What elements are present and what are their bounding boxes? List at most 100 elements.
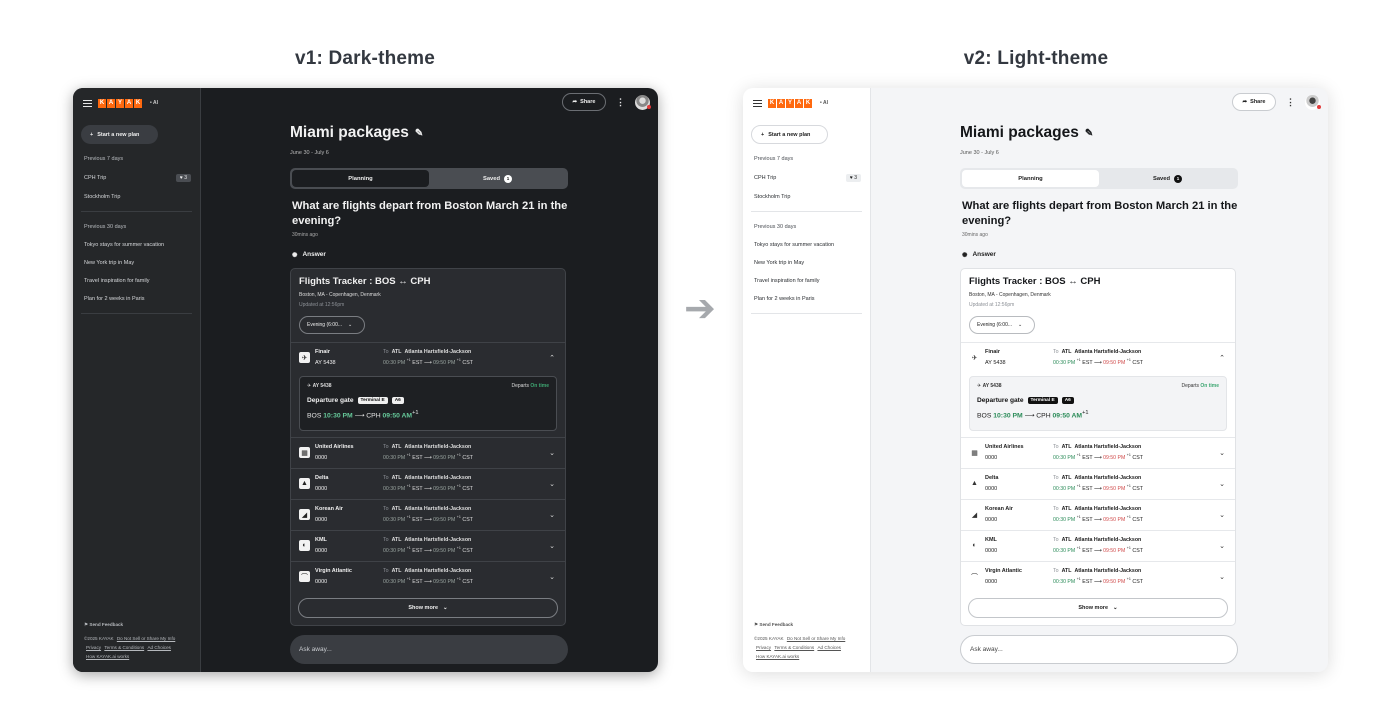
arrive-time: 09:50 PM [433, 516, 456, 523]
tab-saved[interactable]: Saved 1 [1099, 170, 1236, 187]
depart-tz: EST [412, 547, 423, 554]
sidebar-item-stockholm-trip[interactable]: Stockholm Trip [754, 194, 862, 200]
expand-chevron-icon[interactable]: ⌄ [1217, 449, 1227, 457]
depart-tz: EST [412, 485, 423, 492]
sidebar-item-tokyo[interactable]: Tokyo stays for summer vacation [754, 242, 862, 248]
new-plan-button[interactable]: + Start a new plan [751, 125, 828, 144]
section-previous-7-days: Previous 7 days [754, 156, 794, 162]
tab-saved[interactable]: Saved 1 [429, 170, 566, 187]
how-it-works-link[interactable]: How KAYAK.ai works [86, 654, 129, 659]
kayak-logo[interactable]: KAYAK [768, 98, 812, 108]
ask-placeholder: Ask away... [299, 646, 332, 653]
arrow-right-icon: ⟶ [424, 359, 432, 366]
avatar[interactable] [635, 94, 651, 110]
flight-row[interactable]: ▲ Delta 0000 To ATL Atlanta Hartsfield-Jacks… [291, 467, 565, 499]
ask-input[interactable]: Ask away... [960, 635, 1238, 664]
new-plan-button[interactable]: + Start a new plan [81, 125, 158, 144]
user-question: What are flights depart from Boston Marc… [962, 200, 1238, 227]
expand-chevron-icon[interactable]: ⌄ [1217, 480, 1227, 488]
sidebar-item-family[interactable]: Travel inspiration for family [84, 278, 192, 284]
to-label: To [383, 536, 389, 543]
share-button[interactable]: ➦ Share [562, 93, 606, 111]
privacy-link[interactable]: Privacy [756, 645, 771, 650]
flight-row[interactable]: ✈ Finair AY 5438 To ATL Atlanta Hartsfield-J… [291, 341, 565, 373]
flight-row[interactable]: ⌒ Virgin Atlantic 0000 To ATL Atlanta Hartsf… [961, 560, 1235, 592]
flight-row[interactable]: ▦ United Airlines 0000 To ATL Atlanta Hartsf… [291, 436, 565, 468]
flight-row[interactable]: ◢ Korean Air 0000 To ATL Atlanta Hartsfield-… [291, 498, 565, 530]
sidebar-item-family[interactable]: Travel inspiration for family [754, 278, 862, 284]
tab-planning[interactable]: Planning [962, 170, 1099, 187]
comparison-stage: v1: Dark-theme v2: Light-theme ➔ KAYAK •… [0, 0, 1400, 726]
ad-choices-link[interactable]: Ad Choices [817, 645, 841, 650]
dest-code: ATL [1061, 505, 1072, 512]
flight-row[interactable]: ▦ United Airlines 0000 To ATL Atlanta Hartsf… [961, 436, 1235, 468]
more-options-icon[interactable]: ⋮ [1286, 97, 1295, 108]
do-not-sell-link[interactable]: Do Not Sell or Share My Info [117, 636, 175, 641]
send-feedback-link[interactable]: ⚑ Send Feedback [754, 621, 845, 630]
time-filter-dropdown[interactable]: Evening (6:00... ⌄ [969, 315, 1035, 334]
arrive-tz: CST [1132, 578, 1143, 585]
airline-logo-icon: ⌒ [971, 573, 978, 581]
edit-pencil-icon[interactable]: ✎ [1085, 128, 1093, 139]
depart-time: 00:30 PM [383, 516, 406, 523]
terms-link[interactable]: Terms & Conditions [104, 645, 144, 650]
depart-time: 00:30 PM [383, 359, 406, 366]
expand-chevron-icon[interactable]: ⌄ [547, 573, 557, 581]
expand-chevron-icon[interactable]: ⌄ [1217, 573, 1227, 581]
dest-name: Atlanta Hartsfield-Jackson [1074, 474, 1142, 481]
flight-row[interactable]: ◢ Korean Air 0000 To ATL Atlanta Hartsfield-… [961, 498, 1235, 530]
time-filter-dropdown[interactable]: Evening (6:00... ⌄ [299, 315, 365, 334]
sidebar-item-label: Stockholm Trip [754, 194, 791, 200]
expand-chevron-icon[interactable]: ⌄ [547, 449, 557, 457]
sidebar-item-new-york[interactable]: New York trip in May [754, 260, 862, 266]
sidebar-item-new-york[interactable]: New York trip in May [84, 260, 192, 266]
avatar[interactable] [1305, 94, 1321, 110]
sidebar-item-tokyo[interactable]: Tokyo stays for summer vacation [84, 242, 192, 248]
flight-row[interactable]: ⌒ Virgin Atlantic 0000 To ATL Atlanta Hartsf… [291, 560, 565, 592]
airline-logo-icon: ◢ [299, 509, 310, 521]
flight-row[interactable]: ✈ Finair AY 5438 To ATL Atlanta Hartsfield-J… [961, 341, 1235, 373]
sidebar-item-paris[interactable]: Plan for 2 weeks in Paris [754, 296, 862, 302]
expand-chevron-icon[interactable]: ⌃ [1217, 354, 1227, 362]
do-not-sell-link[interactable]: Do Not Sell or Share My Info [787, 636, 845, 641]
menu-icon[interactable] [753, 99, 762, 107]
expand-chevron-icon[interactable]: ⌄ [547, 511, 557, 519]
share-button[interactable]: ➦ Share [1232, 93, 1276, 111]
expand-chevron-icon[interactable]: ⌄ [547, 480, 557, 488]
privacy-link[interactable]: Privacy [86, 645, 101, 650]
sidebar-item-label: Plan for 2 weeks in Paris [754, 296, 815, 302]
expand-chevron-icon[interactable]: ⌄ [1217, 511, 1227, 519]
expand-chevron-icon[interactable]: ⌃ [547, 354, 557, 362]
flight-row[interactable]: ▲ Delta 0000 To ATL Atlanta Hartsfield-Jacks… [961, 467, 1235, 499]
day-offset: +1 [456, 484, 461, 489]
expand-chevron-icon[interactable]: ⌄ [1217, 542, 1227, 550]
dest-code: ATL [391, 474, 402, 481]
ask-input[interactable]: Ask away... [290, 635, 568, 664]
show-more-button[interactable]: Show more ⌄ [298, 597, 558, 618]
sidebar-item-cph-trip[interactable]: CPH Trip ♥ 3 [84, 174, 192, 182]
send-feedback-link[interactable]: ⚑ Send Feedback [84, 621, 175, 630]
terms-link[interactable]: Terms & Conditions [774, 645, 814, 650]
kayak-logo[interactable]: KAYAK [98, 98, 142, 108]
ad-choices-link[interactable]: Ad Choices [147, 645, 171, 650]
day-offset: +1 [456, 515, 461, 520]
sidebar-item-paris[interactable]: Plan for 2 weeks in Paris [84, 296, 192, 302]
airline-name: Delta [985, 474, 999, 481]
menu-icon[interactable] [83, 99, 92, 107]
how-it-works-link[interactable]: How KAYAK.ai works [756, 654, 799, 659]
edit-pencil-icon[interactable]: ✎ [415, 128, 423, 139]
tab-planning[interactable]: Planning [292, 170, 429, 187]
show-more-button[interactable]: Show more ⌄ [968, 597, 1228, 618]
origin-code: BOS [977, 411, 992, 419]
gate-label: Departure gate [307, 396, 354, 404]
flight-row[interactable]: ◐ KML 0000 To ATL Atlanta Hartsfield-Jackson… [961, 529, 1235, 561]
notification-dot [647, 104, 651, 109]
flight-route: To ATL Atlanta Hartsfield-Jackson 00:30 PM… [1053, 535, 1217, 556]
expand-chevron-icon[interactable]: ⌄ [547, 542, 557, 550]
arrive-tz: CST [1132, 359, 1143, 366]
flight-row[interactable]: ◐ KML 0000 To ATL Atlanta Hartsfield-Jackson… [291, 529, 565, 561]
sidebar-item-cph-trip[interactable]: CPH Trip ♥ 3 [754, 174, 862, 182]
flight-code: 0000 [985, 516, 998, 523]
sidebar-item-stockholm-trip[interactable]: Stockholm Trip [84, 194, 192, 200]
more-options-icon[interactable]: ⋮ [616, 97, 625, 108]
